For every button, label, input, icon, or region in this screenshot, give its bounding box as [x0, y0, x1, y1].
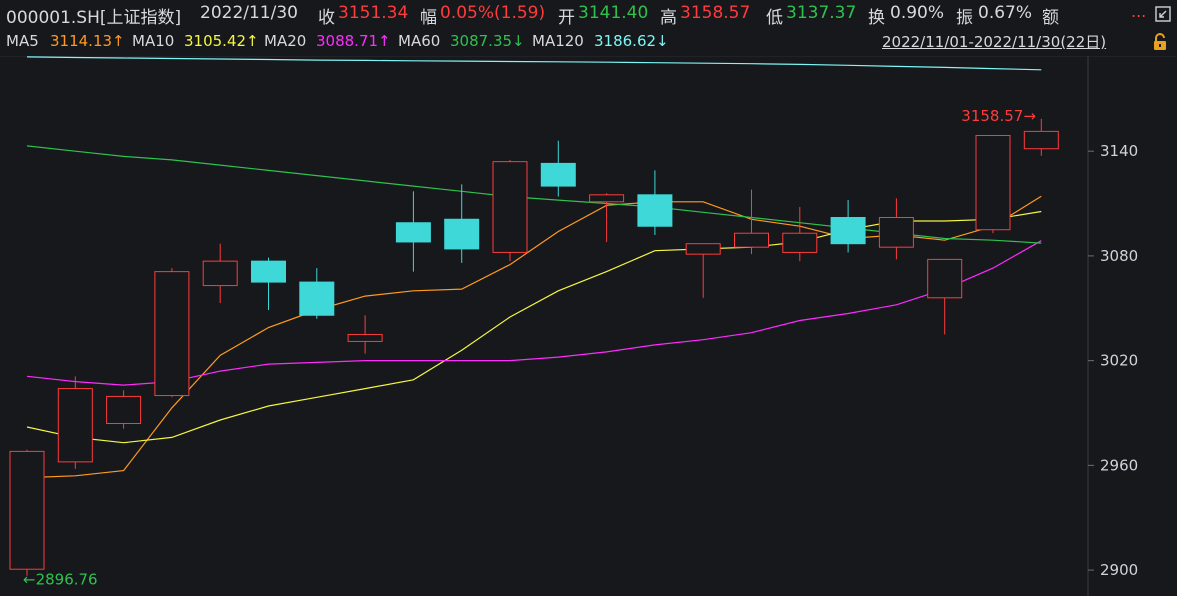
high-label: 高 — [660, 8, 677, 28]
candle-body-up — [9, 450, 45, 570]
candle-body-up — [492, 161, 528, 253]
candle-body-up — [975, 134, 1011, 231]
ma60-label: MA60 — [398, 32, 441, 50]
ma10-label: MA10 — [132, 32, 175, 50]
open-value: 3141.40 — [578, 3, 649, 23]
candle-body-down — [444, 218, 480, 250]
amplitude-label: 振 — [956, 8, 973, 28]
close-value: 3151.34 — [338, 3, 409, 23]
ma120-label: MA120 — [532, 32, 584, 50]
candle-body-up — [734, 232, 769, 248]
candle-layer — [9, 118, 1059, 576]
more-icon[interactable]: ... — [1131, 2, 1146, 21]
expand-icon[interactable] — [1155, 6, 1171, 22]
turnover-label: 换 — [868, 8, 885, 28]
y-tick-label: 2900 — [1100, 561, 1138, 579]
candle-body-down — [540, 162, 576, 187]
min-price-label: ←2896.76 — [23, 571, 98, 589]
open-label: 开 — [558, 8, 575, 28]
candle-body-up — [927, 258, 963, 299]
y-tick-label: 3080 — [1100, 247, 1138, 265]
stock-code[interactable]: 000001.SH[上证指数] — [6, 3, 181, 28]
candle-body-down — [251, 260, 286, 283]
amplitude-value: 0.67% — [978, 3, 1033, 23]
candle-body-up — [589, 194, 625, 203]
ma-layer — [26, 56, 1042, 479]
candle-body-down — [299, 281, 335, 316]
y-tick-label: 3020 — [1100, 352, 1138, 370]
low-value: 3137.37 — [786, 3, 857, 23]
candle-body-down — [395, 222, 431, 243]
ma10-value: 3105.42↑ — [184, 32, 259, 50]
change-value: 0.05%(1.59) — [440, 3, 546, 23]
ma-line-ma120 — [26, 56, 1042, 71]
amount-label: 额 — [1042, 8, 1059, 28]
y-tick-label: 3140 — [1100, 142, 1138, 160]
candle-body-up — [1023, 130, 1059, 150]
candle-body-up — [57, 388, 93, 463]
lock-icon[interactable] — [1151, 33, 1169, 51]
ma20-label: MA20 — [264, 32, 307, 50]
candle-body-up — [878, 217, 914, 248]
low-label: 低 — [766, 8, 783, 28]
candle-body-up — [154, 271, 190, 397]
candle-body-down — [830, 217, 866, 245]
y-tick-label: 2960 — [1100, 456, 1138, 474]
quote-date: 2022/11/30 — [200, 3, 298, 23]
ma60-value: 3087.35↓ — [450, 32, 525, 50]
high-value: 3158.57 — [680, 3, 751, 23]
ma5-label: MA5 — [6, 32, 39, 50]
candle-body-up — [782, 232, 818, 253]
candle-body-up — [685, 243, 721, 255]
ma20-value: 3088.71↑ — [316, 32, 391, 50]
change-label: 幅 — [420, 8, 437, 28]
close-label: 收 — [318, 8, 335, 28]
date-range[interactable]: 2022/11/01-2022/11/30(22日) — [882, 31, 1106, 52]
candle-body-up — [202, 260, 238, 287]
quote-bar: 000001.SH[上证指数] 2022/11/30 收 3151.34 幅 0… — [0, 0, 1177, 28]
candle-body-down — [637, 194, 673, 227]
candle-body-up — [347, 333, 383, 342]
max-price-label: 3158.57→ — [961, 107, 1036, 125]
ma120-value: 3186.62↓ — [594, 32, 669, 50]
candle-body-up — [106, 395, 142, 424]
ma5-value: 3114.13↑ — [50, 32, 125, 50]
kline-chart[interactable]: 290029603020308031403200 3158.57→←2896.7… — [0, 56, 1177, 596]
turnover-value: 0.90% — [890, 3, 945, 23]
